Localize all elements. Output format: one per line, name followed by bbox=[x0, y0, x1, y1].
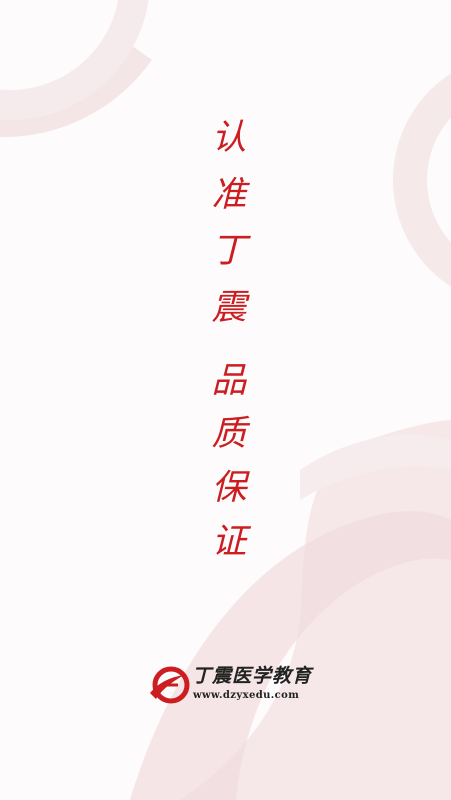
dz-logo-icon bbox=[150, 666, 190, 704]
slogan-char: 质 bbox=[211, 414, 247, 454]
slogan-char: 认 bbox=[211, 118, 247, 158]
slogan-char: 丁 bbox=[211, 231, 247, 271]
brand-logo: 丁震医学教育 www.dzyxedu.com bbox=[148, 663, 318, 711]
slogan-vertical: 认 准 丁 震 品 质 保 证 bbox=[203, 118, 255, 562]
brand-name: 丁震医学教育 bbox=[192, 665, 313, 687]
splash-screen: 认 准 丁 震 品 质 保 证 丁震医学教育 www.dzyxedu.com bbox=[0, 0, 451, 800]
slogan-char: 品 bbox=[211, 361, 247, 401]
slogan-char: 准 bbox=[211, 175, 247, 215]
brand-url: www.dzyxedu.com bbox=[193, 690, 300, 701]
slogan-char: 震 bbox=[211, 288, 247, 328]
slogan-char: 证 bbox=[211, 522, 247, 562]
slogan-char: 保 bbox=[211, 468, 247, 508]
